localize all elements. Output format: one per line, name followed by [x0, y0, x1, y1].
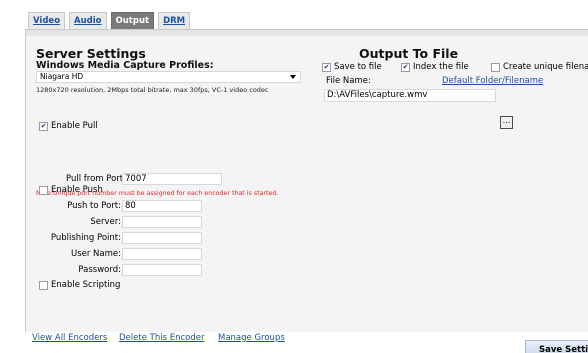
default-filename-link[interactable]: Default Folder/Filename	[442, 76, 543, 86]
password-input[interactable]	[122, 264, 202, 276]
profile-select[interactable]: Niagara HD	[36, 71, 301, 83]
index-file-label: Index the file	[413, 62, 469, 72]
checkmark-icon[interactable]: ✔	[401, 62, 410, 72]
pull-port-label: Pull from Port:	[66, 174, 126, 184]
checkmark-icon[interactable]: ✔	[322, 62, 331, 72]
checkbox-empty-icon[interactable]	[39, 185, 48, 195]
save-to-file-checkbox[interactable]: ✔ Save to file	[322, 62, 382, 72]
profiles-label: Windows Media Capture Profiles:	[36, 60, 214, 71]
view-all-encoders-link[interactable]: View All Encoders	[32, 333, 107, 343]
tab-video[interactable]: Video	[28, 12, 66, 29]
output-to-file-title: Output To File	[359, 46, 459, 61]
enable-pull-checkbox[interactable]: ✔ Enable Pull	[39, 121, 98, 131]
password-label: Password:	[78, 265, 121, 275]
server-input[interactable]	[122, 216, 202, 228]
browse-button[interactable]: ...	[500, 116, 513, 129]
save-settings-button[interactable]: Save Settings	[525, 340, 588, 353]
enable-push-label: Enable Push	[51, 185, 103, 195]
create-unique-checkbox[interactable]: Create unique filena	[491, 62, 588, 72]
tab-audio[interactable]: Audio	[69, 12, 107, 29]
push-port-label: Push to Port:	[67, 201, 121, 211]
username-label: User Name:	[70, 249, 121, 259]
checkbox-empty-icon[interactable]	[491, 62, 500, 72]
server-settings-title: Server Settings	[36, 46, 146, 61]
panel-top-strip	[26, 30, 588, 36]
tab-bar: Video Audio Output DRM	[28, 12, 191, 29]
profile-selected-value: Niagara HD	[40, 72, 84, 81]
manage-groups-link[interactable]: Manage Groups	[218, 333, 285, 343]
delete-encoder-link[interactable]: Delete This Encoder	[119, 333, 204, 343]
index-file-checkbox[interactable]: ✔ Index the file	[401, 62, 469, 72]
server-label: Server:	[90, 217, 121, 227]
chevron-down-icon[interactable]	[290, 75, 296, 79]
enable-scripting-label: Enable Scripting	[51, 280, 121, 290]
publishing-point-input[interactable]	[122, 232, 202, 244]
file-name-label: File Name:	[326, 76, 371, 86]
encoder-output-settings: Video Audio Output DRM Server Settings W…	[0, 0, 588, 353]
publishing-point-label: Publishing Point:	[50, 233, 121, 243]
file-path-input[interactable]: D:\AVFiles\capture.wmv	[324, 89, 496, 102]
checkmark-icon[interactable]: ✔	[39, 121, 48, 131]
username-input[interactable]	[122, 248, 202, 260]
create-unique-label: Create unique filena	[503, 62, 588, 72]
checkbox-empty-icon[interactable]	[39, 280, 48, 290]
tab-drm[interactable]: DRM	[158, 12, 191, 29]
enable-scripting-checkbox[interactable]: Enable Scripting	[39, 280, 120, 290]
profile-description: 1280x720 resolution, 2Mbps total bitrate…	[36, 86, 269, 94]
enable-pull-label: Enable Pull	[51, 121, 98, 131]
tab-output[interactable]: Output	[110, 12, 155, 29]
push-port-input[interactable]: 80	[122, 200, 202, 212]
pull-port-input[interactable]: 7007	[122, 173, 222, 185]
settings-panel: Server Settings Windows Media Capture Pr…	[25, 29, 588, 332]
save-to-file-label: Save to file	[334, 62, 382, 72]
enable-push-checkbox[interactable]: Enable Push	[39, 185, 103, 195]
